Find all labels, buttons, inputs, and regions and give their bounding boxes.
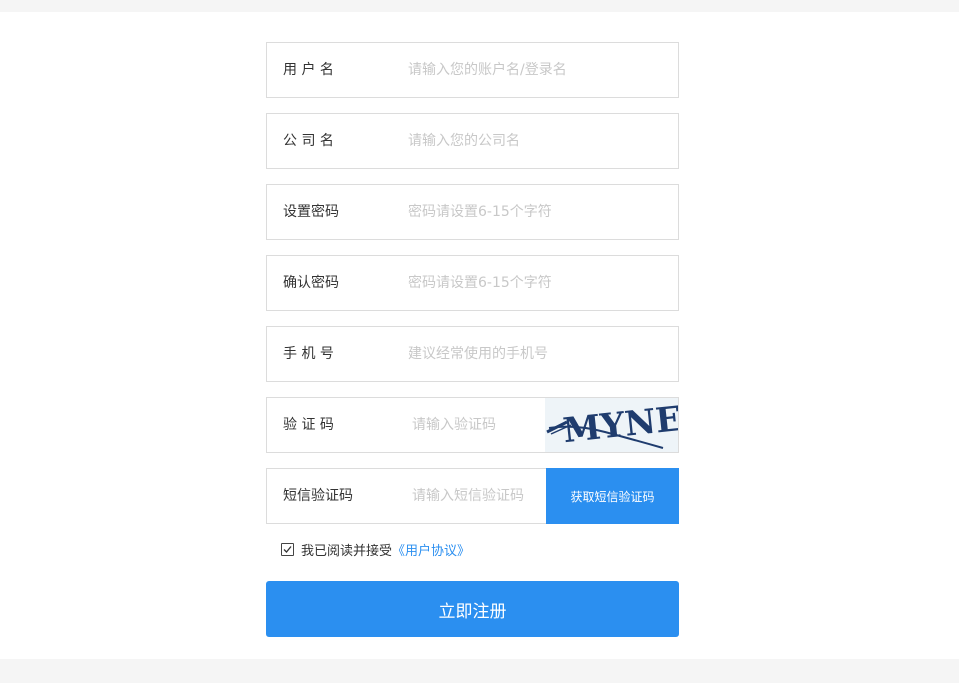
username-label: 用 户 名 bbox=[283, 62, 334, 78]
register-form: 用 户 名 公 司 名 设置密码 确认密码 手 机 号 验 证 码 bbox=[266, 42, 679, 637]
captcha-input[interactable] bbox=[412, 398, 542, 452]
sms-code-row: 短信验证码 获取短信验证码 bbox=[266, 468, 679, 524]
phone-row: 手 机 号 bbox=[266, 326, 679, 382]
agreement-text: 我已阅读并接受 bbox=[301, 543, 393, 559]
get-sms-code-button[interactable]: 获取短信验证码 bbox=[546, 468, 679, 524]
phone-input[interactable] bbox=[408, 327, 668, 381]
confirm-password-row: 确认密码 bbox=[266, 255, 679, 311]
username-input[interactable] bbox=[408, 43, 668, 97]
company-label: 公 司 名 bbox=[283, 133, 334, 149]
password-input[interactable] bbox=[408, 185, 668, 239]
password-label: 设置密码 bbox=[283, 204, 339, 220]
captcha-label: 验 证 码 bbox=[283, 417, 334, 433]
user-agreement-link[interactable]: 《用户协议》 bbox=[392, 540, 470, 559]
company-row: 公 司 名 bbox=[266, 113, 679, 169]
captcha-image-graphic: MYNE bbox=[546, 399, 678, 451]
confirm-password-label: 确认密码 bbox=[283, 275, 339, 291]
agreement-row: 我已阅读并接受 《用户协议》 bbox=[281, 539, 679, 559]
username-row: 用 户 名 bbox=[266, 42, 679, 98]
confirm-password-input[interactable] bbox=[408, 256, 668, 310]
agreement-checkbox[interactable] bbox=[281, 542, 294, 556]
checkmark-icon bbox=[283, 545, 292, 553]
sms-code-input[interactable] bbox=[412, 469, 542, 523]
captcha-text: MYNE bbox=[561, 399, 678, 451]
company-input[interactable] bbox=[408, 114, 668, 168]
page-background: 用 户 名 公 司 名 设置密码 确认密码 手 机 号 验 证 码 bbox=[0, 12, 959, 659]
phone-label: 手 机 号 bbox=[283, 346, 334, 362]
captcha-image[interactable]: MYNE bbox=[545, 398, 678, 452]
password-row: 设置密码 bbox=[266, 184, 679, 240]
register-submit-button[interactable]: 立即注册 bbox=[266, 581, 679, 637]
sms-code-label: 短信验证码 bbox=[283, 488, 353, 504]
captcha-row: 验 证 码 MYNE bbox=[266, 397, 679, 453]
